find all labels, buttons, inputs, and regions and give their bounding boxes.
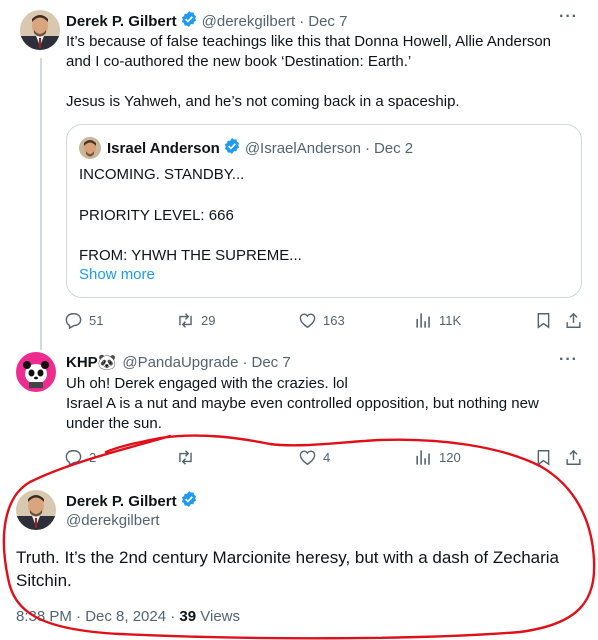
- reply-icon: [65, 313, 82, 330]
- tweet-text-line: Uh oh! Derek engaged with the crazies. l…: [66, 375, 348, 392]
- separator-dot: ·: [242, 353, 248, 371]
- quoted-tweet-header: Israel Anderson @IsraelAnderson · Dec 2: [79, 137, 413, 159]
- bookmark-icon: [537, 450, 550, 466]
- repost-icon: [179, 450, 192, 465]
- share-icon: [566, 312, 581, 328]
- tweet-text-line: under the sun.: [66, 415, 162, 432]
- reply-icon: [65, 450, 82, 467]
- tweet-derek-gilbert[interactable]: Derek P. Gilbert @derekgilbert · Dec 7 ·…: [0, 0, 598, 340]
- quoted-tweet-date: Dec 2: [373, 139, 414, 157]
- show-more-link[interactable]: Show more: [79, 266, 155, 283]
- views-chart-icon: [416, 313, 430, 328]
- avatar: [79, 137, 101, 159]
- avatar[interactable]: [16, 352, 56, 392]
- tweet-text-line: and I co-authored the new book ‘Destinat…: [66, 53, 412, 70]
- heart-icon: [299, 313, 316, 329]
- views-button[interactable]: 11K: [414, 311, 461, 330]
- tweet-date[interactable]: Dec 7: [252, 354, 291, 371]
- views-count: 120: [439, 450, 461, 465]
- quoted-author-handle: @IsraelAnderson: [244, 139, 361, 157]
- tweet-actions: 51 29 163 11K: [64, 311, 584, 331]
- tweet-actions: 2 4 120: [64, 448, 584, 468]
- bookmark-button[interactable]: [534, 311, 553, 330]
- author-name[interactable]: KHP🐼: [66, 353, 116, 371]
- avatar[interactable]: [20, 10, 60, 50]
- like-button[interactable]: 163: [298, 311, 345, 330]
- tweet-text-line: It’s because of false teachings like thi…: [66, 33, 552, 50]
- reply-button[interactable]: 2: [64, 448, 96, 467]
- views-count: 11K: [439, 313, 462, 328]
- heart-icon: [299, 450, 316, 466]
- verified-badge-icon: [223, 137, 241, 159]
- like-count: 163: [323, 313, 345, 328]
- avatar[interactable]: [16, 490, 56, 530]
- tweet-panda-upgrade[interactable]: KHP🐼 @PandaUpgrade · Dec 7 ··· Uh oh! De…: [0, 340, 598, 480]
- share-icon: [566, 449, 581, 465]
- author-handle[interactable]: @derekgilbert: [202, 13, 296, 30]
- tweet-text-line: Jesus is Yahweh, and he’s not coming bac…: [66, 93, 460, 110]
- tweet-text: Uh oh! Derek engaged with the crazies. l…: [66, 374, 586, 434]
- reply-count: 2: [89, 450, 97, 465]
- tweet-timestamp[interactable]: 8:38 PM · Dec 8, 2024 · 39 Views: [16, 608, 240, 625]
- verified-badge-icon: [180, 490, 198, 512]
- repost-button[interactable]: [176, 448, 201, 467]
- views-chart-icon: [416, 450, 430, 465]
- author-handle[interactable]: @derekgilbert: [66, 512, 160, 529]
- tweet-text: Truth. It’s the 2nd century Marcionite h…: [16, 548, 560, 590]
- share-button[interactable]: [564, 448, 583, 467]
- tweet-header: KHP🐼 @PandaUpgrade · Dec 7: [66, 353, 291, 372]
- reply-button[interactable]: 51: [64, 311, 103, 330]
- repost-icon: [179, 313, 192, 328]
- tweet-text: It’s because of false teachings like thi…: [66, 32, 586, 112]
- timestamp-text: 8:38 PM · Dec 8, 2024 ·: [16, 608, 180, 625]
- bookmark-icon: [537, 313, 550, 329]
- views-count: 39: [179, 608, 197, 625]
- quoted-text-line: FROM: YHWH THE SUPREME...: [79, 247, 302, 264]
- like-button[interactable]: 4: [298, 448, 330, 467]
- author-name[interactable]: Derek P. Gilbert: [66, 13, 177, 30]
- tweet-text-line: Israel A is a nut and maybe even control…: [66, 395, 539, 412]
- separator-dot: ·: [364, 139, 370, 157]
- separator-dot: ·: [299, 12, 305, 30]
- views-label: Views: [196, 608, 241, 625]
- more-dots-icon[interactable]: ···: [559, 8, 578, 26]
- tweet-date[interactable]: Dec 7: [308, 13, 347, 30]
- tweet-header: Derek P. Gilbert @derekgilbert · Dec 7: [66, 10, 347, 32]
- author-name-row: Derek P. Gilbert: [66, 490, 202, 512]
- bookmark-button[interactable]: [534, 448, 553, 467]
- like-count: 4: [323, 450, 331, 465]
- reply-count: 51: [89, 313, 104, 328]
- verified-badge-icon: [180, 10, 198, 32]
- quoted-text-line: PRIORITY LEVEL: 666: [79, 207, 234, 224]
- repost-count: 29: [201, 313, 216, 328]
- author-name[interactable]: Derek P. Gilbert: [66, 493, 177, 510]
- author-handle[interactable]: @PandaUpgrade: [122, 354, 238, 371]
- quoted-author-name: Israel Anderson: [107, 139, 220, 157]
- share-button[interactable]: [564, 311, 583, 330]
- quoted-text-line: INCOMING. STANDBY...: [79, 166, 245, 183]
- views-button[interactable]: 120: [414, 448, 461, 467]
- repost-button[interactable]: 29: [176, 311, 215, 330]
- more-dots-icon[interactable]: ···: [559, 351, 578, 369]
- quoted-tweet[interactable]: Israel Anderson @IsraelAnderson · Dec 2 …: [66, 124, 582, 298]
